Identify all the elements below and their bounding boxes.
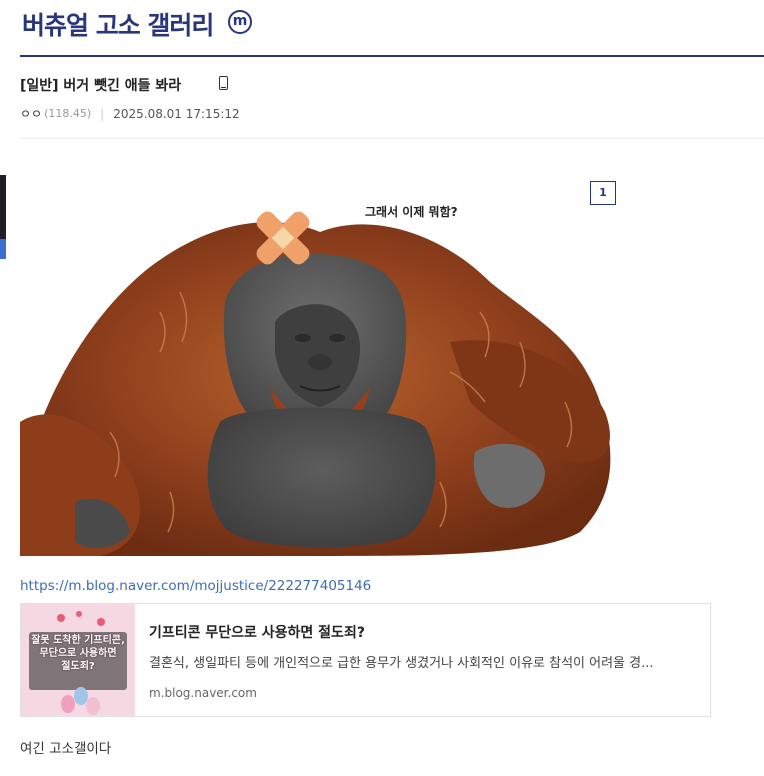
minor-gallery-icon: m [228,10,252,34]
link-url[interactable]: https://m.blog.naver.com/mojjustice/2222… [20,578,371,594]
writer-ip: (118.45) [44,107,92,120]
post-meta: ㅇㅇ (118.45) | 2025.08.01 17:15:12 [20,105,240,122]
link-preview-description: 결혼식, 생일파티 등에 개인적으로 급한 용무가 생겼거나 사회적인 이유로 … [149,656,654,671]
post-date: 2025.08.01 17:15:12 [113,106,240,121]
link-preview-thumbnail: 잘못 도착한 기프티콘, 무단으로 사용하면 절도죄? [21,604,135,716]
mobile-icon [219,76,228,90]
side-banner-edge [0,175,6,259]
thumbnail-text: 잘못 도착한 기프티콘, 무단으로 사용하면 절도죄? [31,635,125,672]
link-preview-card[interactable]: 잘못 도착한 기프티콘, 무단으로 사용하면 절도죄? 기프티콘 무단으로 사용… [20,603,711,717]
image-caption: 그래서 이제 뭐함? [365,204,458,219]
writer-nickname[interactable]: ㅇㅇ [20,105,42,122]
link-preview-title[interactable]: 기프티콘 무단으로 사용하면 절도죄? [149,622,365,642]
post-body-text: 여긴 고소갤이다 [20,741,112,757]
post-title: [일반] 버거 뺏긴 애들 봐라 [20,78,182,94]
gallery-title[interactable]: 버츄얼 고소 갤러리 [22,6,214,42]
post-image[interactable]: 그래서 이제 뭐함? [20,172,620,556]
header-divider [20,138,764,139]
orangutan-image: 그래서 이제 뭐함? [20,172,620,556]
gallery-header: 버츄얼 고소 갤러리 m [20,0,764,57]
link-preview-domain: m.blog.naver.com [149,686,257,700]
meta-separator: | [100,106,105,121]
image-number-badge[interactable]: 1 [590,181,616,205]
